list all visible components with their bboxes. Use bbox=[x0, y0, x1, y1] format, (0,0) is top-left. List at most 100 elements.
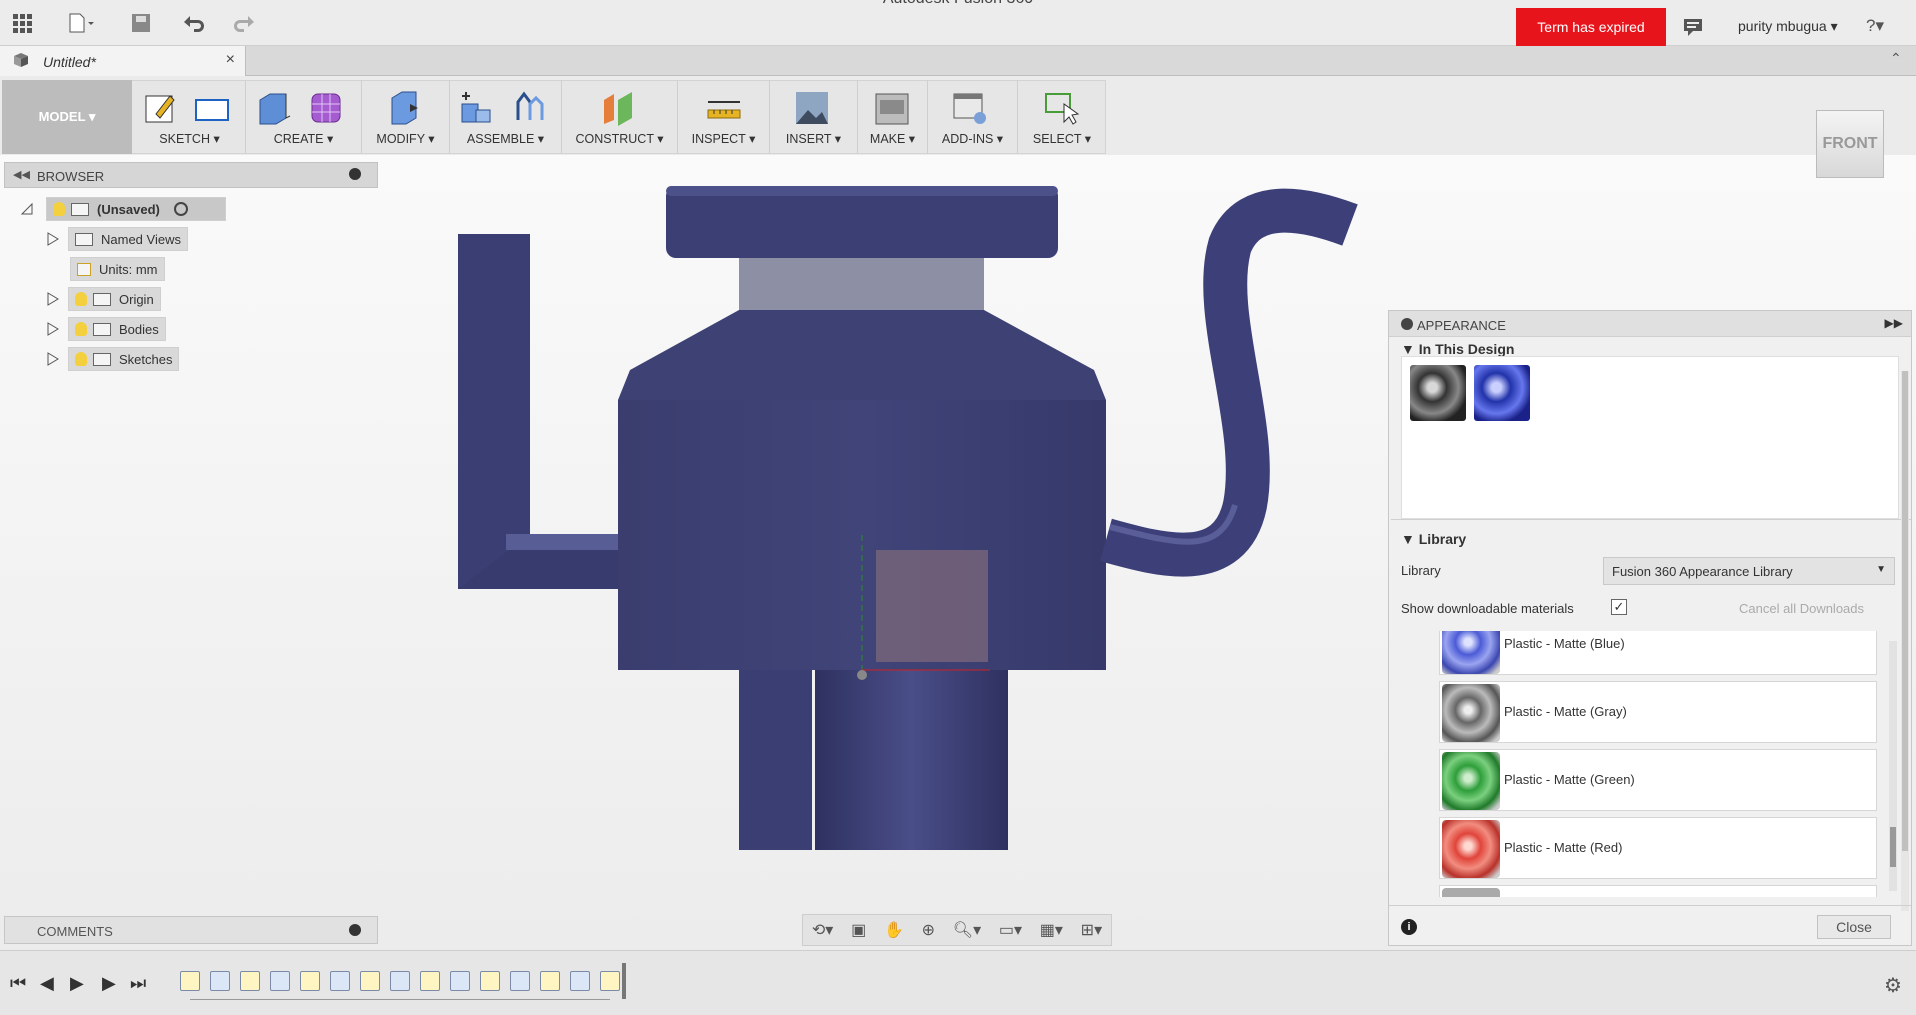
viewports-icon[interactable]: ⊞▾ bbox=[1081, 920, 1102, 940]
tree-item-units[interactable]: Units: mm bbox=[20, 256, 226, 282]
close-button[interactable]: Close bbox=[1817, 915, 1891, 939]
activate-radio-icon[interactable] bbox=[173, 202, 188, 216]
material-item[interactable]: Plastic - Matte (Gray) bbox=[1439, 681, 1877, 743]
timeline-feature-icon[interactable] bbox=[330, 971, 350, 991]
joint-icon[interactable] bbox=[510, 90, 546, 126]
tree-item-origin[interactable]: Origin bbox=[20, 286, 226, 312]
visibility-bulb-icon[interactable] bbox=[75, 292, 87, 306]
go-to-start-icon[interactable]: ⏮ bbox=[10, 973, 26, 994]
collapse-panel-icon[interactable] bbox=[1401, 318, 1413, 330]
timeline-feature-icon[interactable] bbox=[510, 971, 530, 991]
zoom-icon[interactable]: ⊕ bbox=[922, 920, 935, 940]
make-group[interactable]: MAKE ▾ bbox=[858, 80, 928, 154]
construct-group[interactable]: CONSTRUCT ▾ bbox=[562, 80, 678, 154]
collapse-toolbar-icon[interactable]: ⌃ bbox=[1890, 50, 1902, 67]
close-tab-icon[interactable]: × bbox=[226, 51, 235, 69]
materials-list[interactable]: Plastic - Matte (Blue) Plastic - Matte (… bbox=[1389, 631, 1899, 897]
sketch-group[interactable]: SKETCH ▾ bbox=[134, 80, 246, 154]
undo-icon[interactable] bbox=[180, 12, 206, 34]
press-pull-icon[interactable] bbox=[386, 90, 422, 126]
select-icon[interactable] bbox=[1044, 90, 1080, 126]
timeline-feature-icon[interactable] bbox=[540, 971, 560, 991]
timeline-feature-icon[interactable] bbox=[450, 971, 470, 991]
scripts-icon[interactable] bbox=[952, 90, 988, 126]
orbit-icon[interactable]: ⟲▾ bbox=[812, 920, 833, 940]
save-icon[interactable] bbox=[128, 12, 154, 34]
tree-item-named-views[interactable]: Named Views bbox=[20, 226, 226, 252]
expand-panel-icon[interactable]: ▶▶ bbox=[1885, 316, 1903, 330]
tree-item-bodies[interactable]: Bodies bbox=[20, 316, 226, 342]
extrude-icon[interactable] bbox=[256, 90, 292, 126]
fit-icon[interactable]: 🔍︎▾ bbox=[953, 920, 981, 940]
redo-icon[interactable] bbox=[232, 12, 258, 34]
appearance-swatch-blue[interactable] bbox=[1474, 365, 1530, 421]
visibility-bulb-icon[interactable] bbox=[75, 322, 87, 336]
cancel-downloads-link[interactable]: Cancel all Downloads bbox=[1739, 601, 1864, 616]
timeline-feature-icon[interactable] bbox=[180, 971, 200, 991]
library-section[interactable]: ▼ Library bbox=[1401, 531, 1466, 547]
step-forward-icon[interactable]: ▶ bbox=[102, 973, 116, 994]
material-item[interactable]: Plastic - Matte (Blue) bbox=[1439, 631, 1877, 675]
in-this-design-section[interactable]: ▼ In This Design bbox=[1401, 341, 1514, 357]
tree-root-row[interactable]: (Unsaved) bbox=[20, 196, 226, 222]
timeline-feature-icon[interactable] bbox=[210, 971, 230, 991]
visibility-bulb-icon[interactable] bbox=[75, 352, 87, 366]
show-downloadable-checkbox[interactable]: ✓ bbox=[1611, 599, 1627, 615]
form-icon[interactable] bbox=[308, 90, 344, 126]
scrollbar-thumb[interactable] bbox=[1890, 827, 1896, 867]
addins-group[interactable]: ADD-INS ▾ bbox=[928, 80, 1018, 154]
material-item[interactable]: Plastic - Matte (Green) bbox=[1439, 749, 1877, 811]
appearance-header[interactable]: APPEARANCE ▶▶ bbox=[1389, 311, 1911, 337]
document-tab[interactable]: Untitled* × bbox=[0, 46, 246, 76]
help-icon[interactable]: ?▾ bbox=[1866, 16, 1884, 36]
file-menu-icon[interactable] bbox=[68, 12, 94, 34]
go-to-end-icon[interactable]: ⏭ bbox=[130, 973, 146, 994]
library-select[interactable]: Fusion 360 Appearance Library ▼ bbox=[1603, 557, 1895, 585]
display-settings-icon[interactable]: ▭▾ bbox=[999, 920, 1022, 940]
sketch-rectangle-icon[interactable] bbox=[194, 90, 230, 126]
measure-icon[interactable] bbox=[706, 90, 742, 126]
term-expired-badge[interactable]: Term has expired bbox=[1516, 8, 1666, 46]
play-icon[interactable]: ▶ bbox=[70, 973, 84, 994]
timeline-feature-icon[interactable] bbox=[270, 971, 290, 991]
timeline-feature-icon[interactable] bbox=[300, 971, 320, 991]
collapse-browser-icon[interactable]: ◀◀ bbox=[13, 168, 30, 181]
panel-scrollbar[interactable] bbox=[1901, 371, 1909, 911]
visibility-bulb-icon[interactable] bbox=[53, 202, 65, 216]
scrollbar-thumb[interactable] bbox=[1902, 371, 1908, 851]
appearance-swatch-dark[interactable] bbox=[1410, 365, 1466, 421]
create-group[interactable]: CREATE ▾ bbox=[246, 80, 362, 154]
step-back-icon[interactable]: ◀ bbox=[40, 973, 54, 994]
workspace-switcher[interactable]: MODEL ▾ bbox=[2, 80, 132, 154]
new-component-icon[interactable] bbox=[458, 90, 494, 126]
browser-pin-icon[interactable] bbox=[349, 168, 361, 180]
inspect-group[interactable]: INSPECT ▾ bbox=[678, 80, 770, 154]
timeline-feature-icon[interactable] bbox=[240, 971, 260, 991]
offset-plane-icon[interactable] bbox=[602, 90, 638, 126]
material-item[interactable] bbox=[1439, 885, 1877, 897]
view-cube[interactable]: FRONT bbox=[1816, 110, 1884, 178]
gear-icon[interactable]: ⚙ bbox=[1884, 973, 1902, 998]
collapse-tree-icon[interactable] bbox=[20, 202, 34, 216]
user-menu[interactable]: purity mbugua ▾ bbox=[1738, 18, 1838, 35]
expand-icon[interactable] bbox=[46, 292, 60, 306]
expand-icon[interactable] bbox=[46, 322, 60, 336]
timeline-feature-icon[interactable] bbox=[570, 971, 590, 991]
app-grid-icon[interactable] bbox=[10, 12, 36, 34]
info-icon[interactable]: i bbox=[1401, 919, 1417, 935]
pan-icon[interactable]: ✋ bbox=[884, 920, 904, 940]
create-sketch-icon[interactable] bbox=[142, 90, 178, 126]
timeline-feature-icon[interactable] bbox=[420, 971, 440, 991]
timeline-feature-icon[interactable] bbox=[480, 971, 500, 991]
assemble-group[interactable]: ASSEMBLE ▾ bbox=[450, 80, 562, 154]
material-item[interactable]: Plastic - Matte (Red) bbox=[1439, 817, 1877, 879]
tree-root[interactable]: (Unsaved) bbox=[46, 197, 226, 221]
modify-group[interactable]: MODIFY ▾ bbox=[362, 80, 450, 154]
timeline-feature-icon[interactable] bbox=[600, 971, 620, 991]
chat-icon[interactable] bbox=[1680, 16, 1706, 38]
insert-image-icon[interactable] bbox=[794, 90, 830, 126]
materials-scrollbar[interactable] bbox=[1889, 641, 1897, 891]
tree-item-sketches[interactable]: Sketches bbox=[20, 346, 226, 372]
timeline-feature-icon[interactable] bbox=[390, 971, 410, 991]
browser-header[interactable]: ◀◀ BROWSER bbox=[4, 162, 378, 188]
